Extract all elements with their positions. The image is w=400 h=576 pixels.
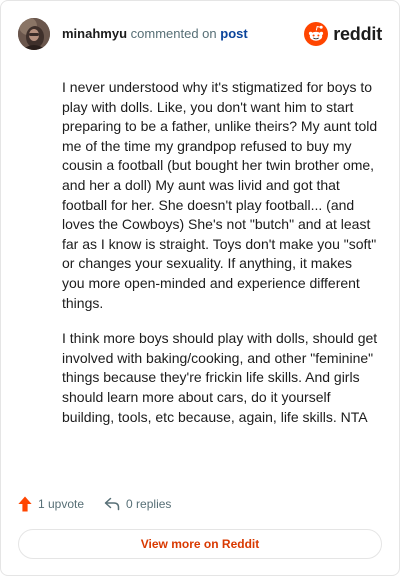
- user-avatar[interactable]: [18, 18, 50, 50]
- comment-paragraph-1: I never understood why it's stigmatized …: [62, 79, 378, 311]
- embedded-comment-card: minahmyu commented on post reddit I neve…: [0, 0, 400, 576]
- comment-paragraph-2: I think more boys should play with dolls…: [62, 330, 378, 425]
- reddit-snoo-icon: [304, 22, 329, 46]
- comment-header: minahmyu commented on post reddit: [18, 18, 382, 50]
- byline-action-text: commented on: [130, 26, 217, 41]
- replies-count: 0 replies: [126, 497, 172, 511]
- post-link[interactable]: post: [220, 26, 247, 41]
- comment-byline: minahmyu commented on post: [62, 26, 248, 42]
- reply-arrow-icon: [104, 497, 120, 511]
- upvote-count: 1 upvote: [38, 497, 85, 511]
- upvote-button[interactable]: 1 upvote: [18, 496, 84, 512]
- username-link[interactable]: minahmyu: [62, 26, 127, 41]
- reddit-wordmark: reddit: [333, 23, 382, 44]
- replies-button[interactable]: 0 replies: [104, 497, 171, 511]
- view-more-button[interactable]: View more on Reddit: [18, 529, 382, 559]
- comment-actions: 1 upvote 0 replies: [18, 494, 171, 514]
- upvote-arrow-icon: [18, 496, 32, 512]
- reddit-logo[interactable]: reddit: [304, 21, 382, 47]
- comment-body: I never understood why it's stigmatized …: [62, 78, 378, 443]
